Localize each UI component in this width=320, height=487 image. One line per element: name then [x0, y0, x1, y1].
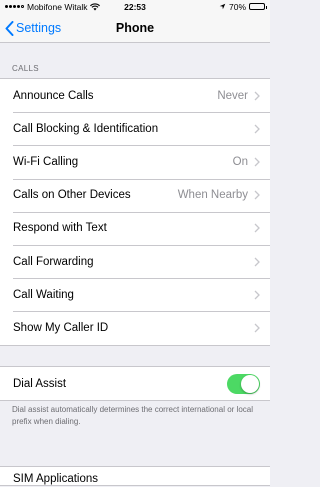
row-label: Call Forwarding — [13, 255, 94, 268]
carrier-name: Mobifone Witalk — [27, 1, 88, 12]
row-label: Wi-Fi Calling — [13, 155, 79, 168]
dial-assist-footer: Dial assist automatically determines the… — [12, 405, 253, 426]
row-call-forwarding[interactable]: Call Forwarding — [0, 244, 270, 278]
chevron-right-icon — [254, 223, 260, 233]
row-label: Announce Calls — [13, 89, 94, 102]
chevron-right-icon — [254, 157, 260, 167]
chevron-right-icon — [254, 290, 260, 300]
row-calls-other-devices[interactable]: Calls on Other Devices When Nearby — [0, 178, 270, 212]
row-label: Dial Assist — [13, 377, 67, 390]
row-label: Show My Caller ID — [13, 321, 109, 334]
row-call-blocking[interactable]: Call Blocking & Identification — [0, 112, 270, 145]
sim-group: SIM Applications — [0, 466, 270, 486]
status-bar: Mobifone Witalk 22:53 70% — [0, 0, 270, 13]
row-value: When Nearby — [177, 189, 248, 202]
battery-percent: 70% — [228, 1, 246, 12]
signal-strength-icon — [5, 5, 24, 8]
chevron-right-icon — [254, 323, 260, 333]
status-left: Mobifone Witalk — [5, 2, 219, 12]
row-sim-applications[interactable]: SIM Applications — [0, 467, 270, 487]
back-button-label: Settings — [16, 21, 62, 35]
section-header-calls: CALLS — [12, 64, 39, 73]
calls-group: Announce Calls Never Call Blocking & Ide… — [0, 78, 270, 346]
row-call-waiting[interactable]: Call Waiting — [0, 278, 270, 311]
dial-assist-toggle[interactable] — [227, 373, 260, 394]
row-wifi-calling[interactable]: Wi-Fi Calling On — [0, 145, 270, 178]
chevron-right-icon — [254, 91, 260, 101]
row-value: On — [232, 155, 248, 168]
chevron-right-icon — [254, 124, 260, 134]
navigation-bar: Settings Phone — [0, 13, 270, 43]
wifi-icon — [90, 2, 101, 10]
status-right: 70% — [219, 1, 267, 12]
row-label: Call Blocking & Identification — [13, 122, 159, 135]
row-label: Respond with Text — [13, 222, 107, 235]
row-label: Calls on Other Devices — [13, 189, 131, 202]
row-value: Never — [217, 89, 248, 102]
battery-icon — [249, 3, 267, 10]
chevron-right-icon — [254, 190, 260, 200]
chevron-left-icon — [5, 20, 14, 36]
row-show-caller-id[interactable]: Show My Caller ID — [0, 311, 270, 344]
row-announce-calls[interactable]: Announce Calls Never — [0, 79, 270, 112]
location-icon — [219, 3, 226, 10]
row-label: SIM Applications — [13, 473, 99, 485]
toggle-knob — [241, 374, 259, 393]
dial-assist-group: Dial Assist — [0, 366, 270, 401]
row-respond-with-text[interactable]: Respond with Text — [0, 211, 270, 245]
row-dial-assist: Dial Assist — [0, 367, 270, 400]
chevron-right-icon — [254, 257, 260, 266]
row-label: Call Waiting — [13, 288, 74, 301]
back-button[interactable]: Settings — [5, 13, 61, 43]
page-title: Phone — [115, 20, 155, 35]
